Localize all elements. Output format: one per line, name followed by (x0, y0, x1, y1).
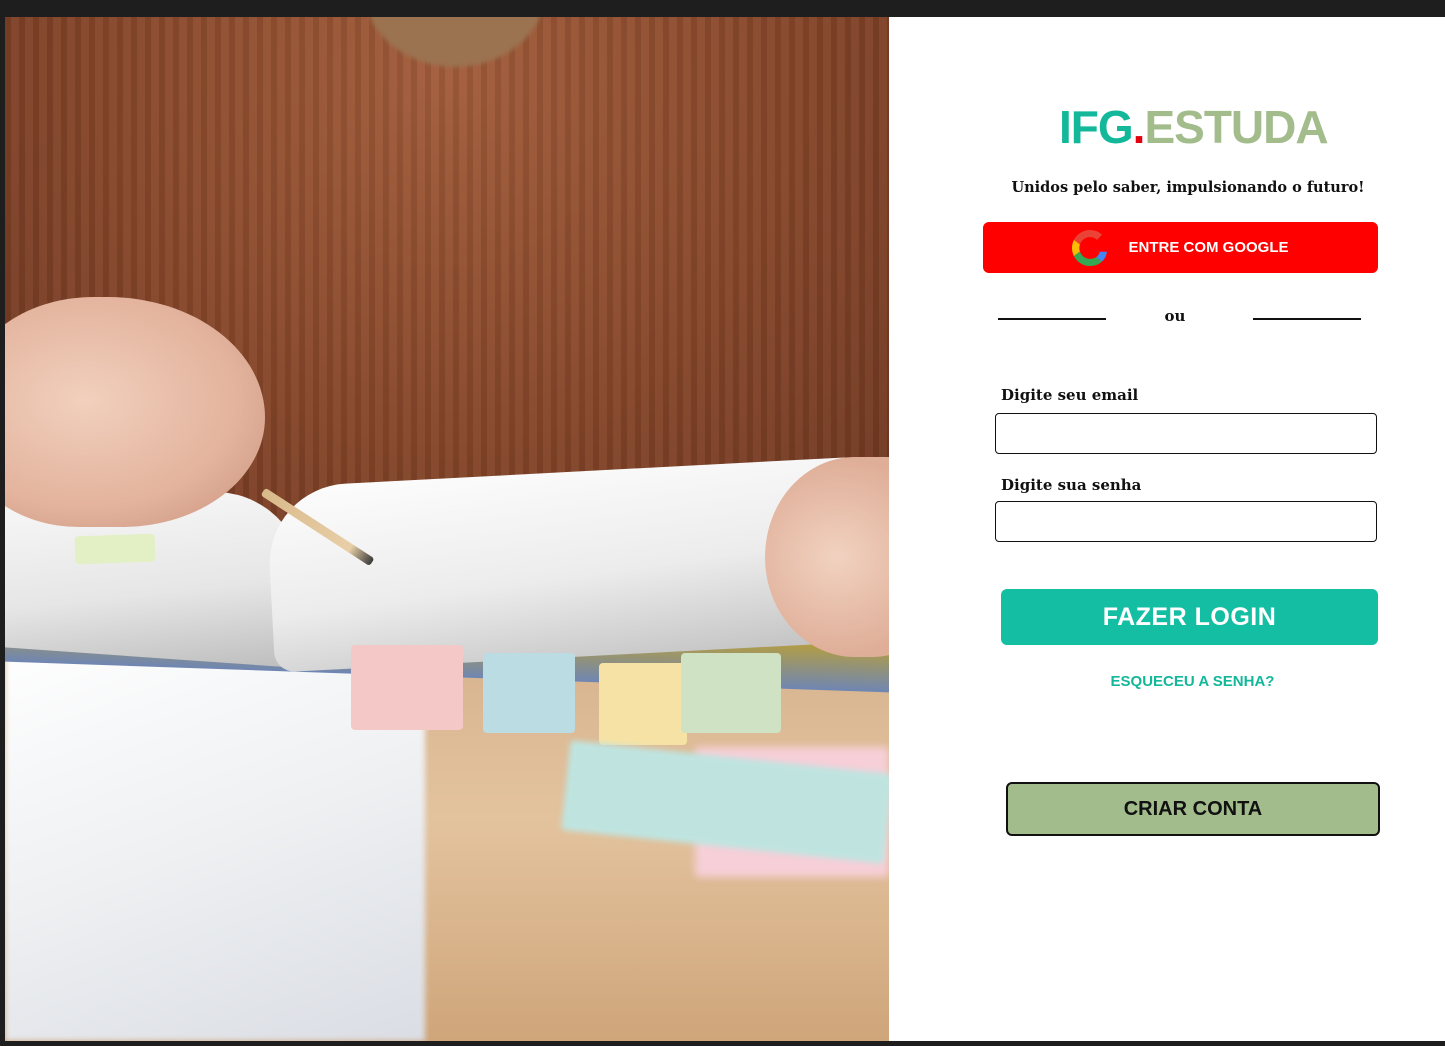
tagline: Unidos pelo saber, impulsionando o futur… (1011, 179, 1365, 196)
photo-sticky-note (483, 653, 575, 733)
divider-line-right (1253, 318, 1361, 320)
photo-sticky-note (351, 645, 463, 730)
divider-text: ou (1164, 307, 1186, 325)
photo-sticky-note (599, 663, 687, 745)
create-account-button[interactable]: CRIAR CONTA (1006, 782, 1380, 836)
google-login-button[interactable]: ENTRE COM GOOGLE (983, 222, 1378, 273)
brand-logo: IFG.ESTUDA (1059, 97, 1329, 157)
divider-line-left (998, 318, 1106, 320)
google-login-label: ENTRE COM GOOGLE (1128, 239, 1289, 256)
photo-sticky-note (74, 533, 156, 565)
email-input[interactable] (995, 413, 1377, 454)
photo-sticky-note (681, 653, 781, 733)
hero-photo (5, 17, 889, 1041)
email-label: Digite seu email (1001, 386, 1139, 404)
forgot-password-link[interactable]: ESQUECEU A SENHA? (1095, 673, 1290, 690)
password-label: Digite sua senha (1001, 476, 1142, 494)
logo-estuda: ESTUDA (1144, 101, 1328, 153)
login-button[interactable]: FAZER LOGIN (1001, 589, 1378, 645)
login-page: IFG.ESTUDA Unidos pelo saber, impulsiona… (5, 17, 1445, 1041)
logo-ifg: IFG (1059, 101, 1134, 153)
google-icon (1072, 229, 1109, 266)
password-input[interactable] (995, 501, 1377, 542)
logo-dot: . (1132, 101, 1146, 153)
